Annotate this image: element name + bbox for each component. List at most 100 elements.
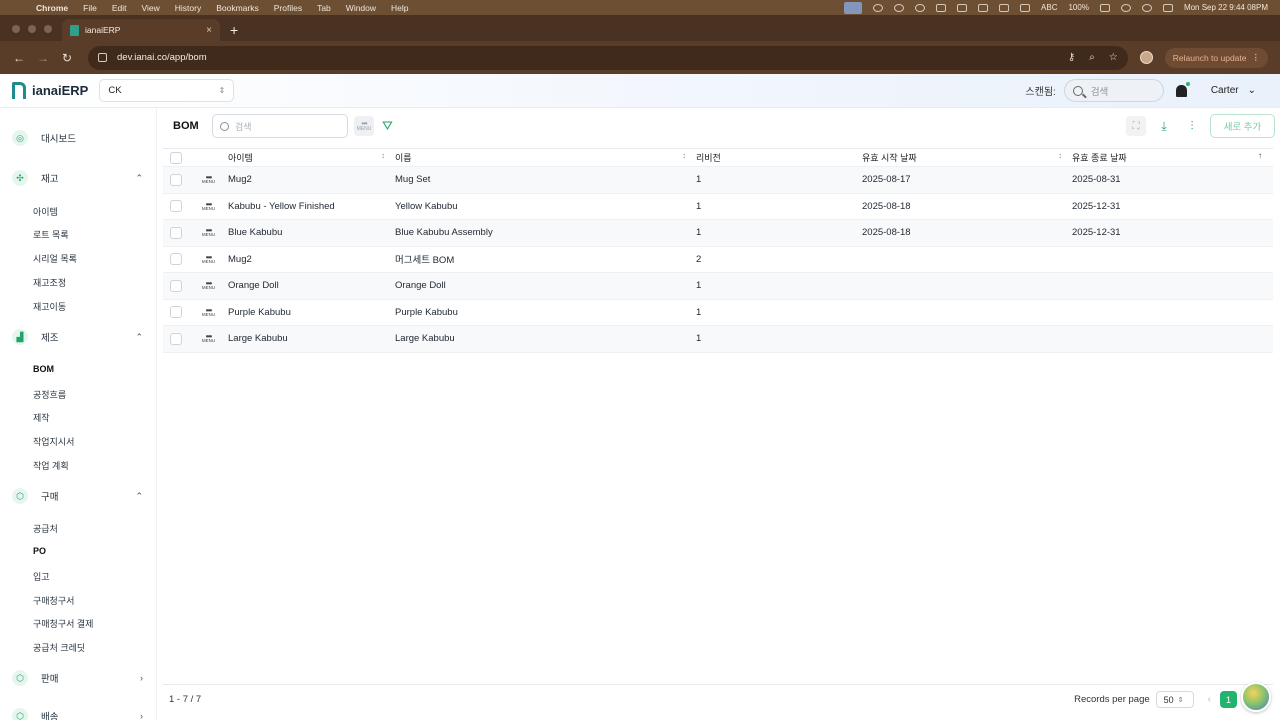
status-app-icon[interactable] [873, 3, 884, 12]
zoom-window-button[interactable] [44, 25, 52, 33]
list-search-input[interactable]: 검색 [212, 114, 348, 138]
row-checkbox[interactable] [170, 173, 182, 186]
sidebar-item-lots[interactable]: 로트 목록 [33, 228, 69, 241]
row-checkbox[interactable] [170, 306, 182, 319]
notification-bell-icon[interactable] [1175, 81, 1190, 97]
menubar-app-name[interactable]: Chrome [36, 3, 68, 13]
sidebar-item-transfers[interactable]: 재고이동 [33, 300, 66, 313]
column-header-end[interactable]: 유효 종료 날짜 ↑ [1072, 151, 1272, 164]
table-row[interactable]: ••• MENU Kabubu - Yellow Finished Yellow … [163, 194, 1273, 220]
sidebar-item-bills[interactable]: 구매청구서 [33, 594, 74, 607]
menubar-tab[interactable]: Tab [317, 3, 331, 13]
previous-page-icon[interactable]: ‹ [1208, 694, 1211, 705]
column-header-item[interactable]: 아이템 ↕ [228, 151, 395, 164]
zoom-icon[interactable]: ⌕ [1089, 52, 1095, 63]
new-tab-button[interactable]: + [230, 22, 238, 38]
header-search-input[interactable]: 검색 [1063, 79, 1164, 102]
table-row[interactable]: ••• MENU Mug2 머그세트 BOM 2 [163, 247, 1273, 273]
status-moon-icon[interactable] [894, 3, 905, 12]
brand-logo[interactable]: ianaiERP [12, 82, 88, 99]
profile-avatar[interactable] [1139, 51, 1153, 64]
sidebar-item-work-orders[interactable]: 작업지시서 [33, 435, 74, 448]
bookmark-star-icon[interactable]: ☆ [1109, 52, 1118, 63]
table-row[interactable]: ••• MENU Purple Kabubu Purple Kabubu 1 [163, 300, 1273, 326]
input-source[interactable]: ABC [1041, 3, 1057, 12]
wifi-icon[interactable] [1120, 3, 1131, 12]
filter-icon[interactable]: ⛛ [382, 118, 393, 134]
volume-icon[interactable] [978, 3, 989, 12]
company-select[interactable]: CK ⇕ [99, 79, 235, 102]
close-window-button[interactable] [12, 25, 20, 33]
scan-icon[interactable]: ⛶ [1126, 116, 1146, 136]
sidebar-item-routings[interactable]: 공정흐름 [33, 388, 66, 401]
menubar-file[interactable]: File [83, 3, 97, 13]
sort-icon[interactable]: ↕ [381, 151, 385, 160]
sidebar-item-dashboard[interactable]: ◎ 대시보드 [0, 128, 156, 148]
password-key-icon[interactable]: ⚷ [1068, 52, 1075, 63]
spotlight-icon[interactable] [1141, 3, 1152, 12]
table-row[interactable]: ••• MENU Orange Doll Orange Doll 1 [163, 273, 1273, 300]
sort-icon[interactable]: ↕ [1058, 151, 1062, 160]
sidebar-item-vendor-credits[interactable]: 공급처 크레딧 [33, 641, 85, 654]
menubar-history[interactable]: History [175, 3, 201, 13]
column-settings-icon[interactable]: ⫶ [1182, 116, 1202, 136]
menubar-help[interactable]: Help [391, 3, 408, 13]
sidebar-section-shipping[interactable]: ⬡ 배송 › [0, 706, 156, 720]
battery-icon[interactable] [1099, 3, 1110, 12]
sort-asc-icon[interactable]: ↑ [1258, 151, 1262, 160]
select-all-checkbox[interactable] [170, 151, 182, 164]
status-card-icon[interactable] [936, 3, 947, 12]
forward-arrow-icon[interactable]: → [36, 51, 50, 65]
relaunch-button[interactable]: Relaunch to update ⋮ [1164, 47, 1268, 68]
bulk-menu-button[interactable]: ••• MENU [354, 116, 374, 136]
row-checkbox[interactable] [170, 226, 182, 239]
row-checkbox[interactable] [170, 253, 182, 266]
table-row[interactable]: ••• MENU Large Kabubu Large Kabubu 1 [163, 326, 1273, 353]
add-new-button[interactable]: 새로 추가 [1210, 114, 1275, 138]
sidebar-item-production[interactable]: 제작 [33, 411, 50, 424]
status-sliders-icon[interactable] [957, 3, 968, 12]
row-menu-button[interactable]: ••• MENU [189, 200, 228, 212]
close-tab-icon[interactable]: × [206, 25, 212, 36]
menubar-view[interactable]: View [141, 3, 159, 13]
table-row[interactable]: ••• MENU Blue Kabubu Blue Kabubu Assembly… [163, 220, 1273, 247]
sidebar-item-po[interactable]: PO [33, 546, 46, 556]
row-menu-button[interactable]: ••• MENU [189, 280, 228, 291]
floating-assistant-avatar[interactable] [1241, 682, 1271, 712]
menubar-bookmarks[interactable]: Bookmarks [216, 3, 259, 13]
column-header-name[interactable]: 이름 ↕ [395, 151, 696, 164]
sidebar-item-adjustments[interactable]: 재고조정 [33, 276, 66, 289]
menubar-profiles[interactable]: Profiles [274, 3, 302, 13]
sidebar-item-receiving[interactable]: 입고 [33, 570, 50, 583]
page-1-button[interactable]: 1 [1220, 691, 1237, 708]
sidebar-item-serials[interactable]: 시리얼 목록 [33, 252, 77, 265]
sidebar-item-items[interactable]: 아이템 [33, 205, 58, 218]
url-text[interactable]: dev.ianai.co/app/bom [117, 52, 207, 63]
row-checkbox[interactable] [170, 200, 182, 213]
site-info-icon[interactable] [98, 53, 107, 62]
column-header-revision[interactable]: 리비전 [696, 151, 862, 164]
browser-tab-active[interactable]: ianaiERP × [62, 19, 220, 41]
sidebar-item-bom[interactable]: BOM [33, 364, 54, 374]
row-menu-button[interactable]: ••• MENU [189, 333, 228, 344]
sidebar-section-inventory[interactable]: ✣ 재고 ⌃ [0, 168, 156, 188]
reload-icon[interactable]: ↻ [60, 51, 74, 65]
minimize-window-button[interactable] [28, 25, 36, 33]
back-arrow-icon[interactable]: ← [12, 51, 26, 65]
menubar-window[interactable]: Window [346, 3, 376, 13]
table-row[interactable]: ••• MENU Mug2 Mug Set 1 2025-08-17 2025-0… [163, 167, 1273, 194]
sidebar-section-manufacturing[interactable]: ▟ 제조 ⌃ [0, 327, 156, 347]
menubar-edit[interactable]: Edit [112, 3, 127, 13]
records-per-page-select[interactable]: 50 ⇕ [1155, 691, 1194, 708]
status-target-icon[interactable] [915, 3, 926, 12]
bluetooth-icon[interactable] [1020, 3, 1031, 12]
column-header-start[interactable]: 유효 시작 날짜 ↕ [862, 151, 1072, 164]
control-center-icon[interactable] [1162, 3, 1173, 12]
row-menu-button[interactable]: ••• MENU [189, 306, 228, 318]
sidebar-item-bill-payments[interactable]: 구매청구서 결제 [33, 617, 93, 630]
sidebar-section-purchasing[interactable]: ⬡ 구매 ⌃ [0, 486, 156, 506]
clock[interactable]: Mon Sep 22 9:44 08PM [1184, 3, 1268, 12]
sidebar-item-work-plans[interactable]: 작업 계획 [33, 459, 69, 472]
screen-share-icon[interactable] [844, 1, 863, 14]
display-icon[interactable] [999, 3, 1010, 12]
